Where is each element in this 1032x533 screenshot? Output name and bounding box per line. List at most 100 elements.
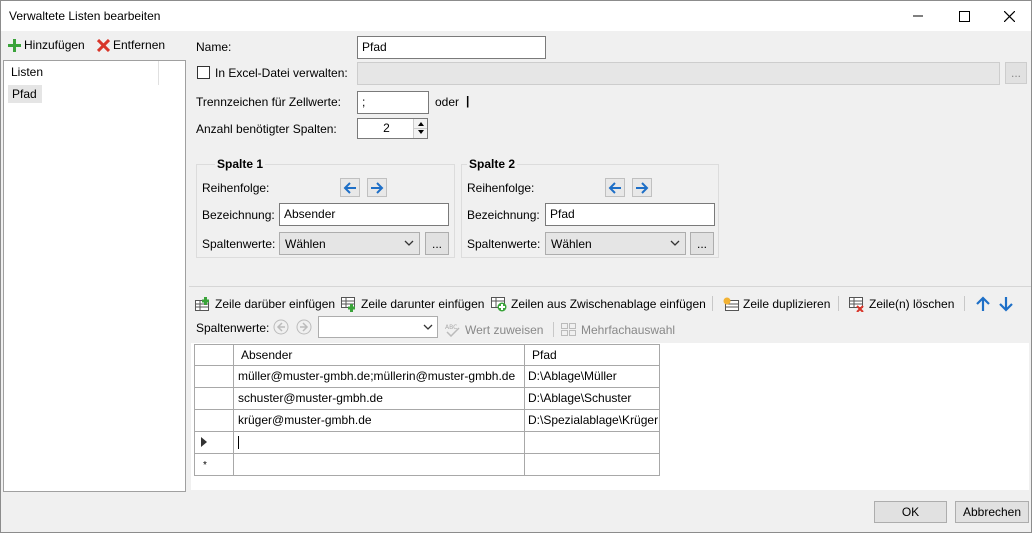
column-header-absender[interactable]: Absender (234, 344, 525, 366)
column1-values-select[interactable]: Wählen (279, 232, 420, 255)
columns-count-label: Anzahl benötigter Spalten: (196, 122, 337, 136)
minimize-button[interactable] (895, 1, 941, 31)
table-cell[interactable]: schuster@muster-gmbh.de (234, 388, 525, 410)
insert-above-button[interactable]: Zeile darüber einfügen (195, 295, 335, 313)
multi-select-button[interactable]: Mehrfachauswahl (561, 321, 675, 339)
or-label: oder (435, 95, 460, 109)
column2-more-button[interactable]: ... (690, 232, 714, 255)
list-toolbar: Hinzufügen Entfernen (2, 32, 187, 58)
excel-path-field[interactable] (357, 62, 1000, 85)
excel-checkbox[interactable] (197, 66, 210, 79)
arrow-right-icon (370, 181, 384, 194)
stepper-arrows[interactable] (413, 119, 427, 138)
row-header[interactable] (194, 366, 234, 388)
arrow-right-icon (635, 181, 649, 194)
lists-header: Listen (4, 61, 159, 85)
separator-field[interactable]: ; (357, 91, 429, 114)
move-row-up-button[interactable] (976, 295, 990, 313)
data-grid-area: Absender Pfad müller@muster-gmbh.de;müll… (191, 343, 1029, 490)
assign-value-button[interactable]: ABC Wert zuweisen (445, 321, 543, 339)
table-cell[interactable]: D:\Spezialablage\Krüger (525, 410, 660, 432)
separator-label: Trennzeichen für Zellwerte: (196, 95, 341, 109)
toolbar-separator (553, 322, 554, 337)
table-cell[interactable] (234, 454, 525, 476)
remove-x-icon (97, 38, 110, 52)
current-row-icon (201, 437, 227, 447)
editor-panel: Name: Pfad In Excel-Datei verwalten: ...… (189, 32, 1031, 492)
insert-below-button[interactable]: Zeile darunter einfügen (341, 295, 484, 313)
column2-move-left-button[interactable] (605, 178, 625, 197)
column2-name-field[interactable]: Pfad (545, 203, 715, 226)
name-field[interactable]: Pfad (357, 36, 546, 59)
list-item-pfad[interactable]: Pfad (8, 85, 42, 103)
table-cell[interactable]: D:\Ablage\Schuster (525, 388, 660, 410)
assign-value-label: Wert zuweisen (465, 323, 544, 337)
assign-check-icon: ABC (445, 323, 461, 337)
maximize-button[interactable] (941, 1, 987, 31)
next-value-button[interactable] (296, 319, 312, 335)
chevron-down-icon (422, 321, 434, 333)
circle-arrow-right-icon (296, 319, 312, 335)
close-button[interactable] (986, 1, 1032, 31)
add-label: Hinzufügen (24, 38, 85, 52)
insert-above-label: Zeile darüber einfügen (215, 297, 336, 311)
columns-count-value: 2 (383, 121, 390, 135)
duplicate-row-button[interactable]: Zeile duplizieren (723, 295, 830, 313)
arrow-down-icon (999, 296, 1013, 312)
table-cell[interactable]: D:\Ablage\Müller (525, 366, 660, 388)
paste-rows-button[interactable]: Zeilen aus Zwischenablage einfügen (491, 295, 706, 313)
column2-values-select[interactable]: Wählen (545, 232, 686, 255)
column1-order-label: Reihenfolge: (202, 181, 270, 195)
column1-title: Spalte 1 (215, 157, 266, 171)
column1-name-label: Bezeichnung: (202, 208, 275, 222)
columns-count-stepper[interactable]: 2 (357, 118, 428, 139)
paste-rows-icon (491, 296, 507, 312)
ok-button[interactable]: OK (874, 501, 947, 523)
remove-button[interactable]: Entfernen (97, 36, 165, 54)
row-header-current[interactable] (194, 432, 234, 454)
divider (189, 286, 1031, 287)
column1-name-field[interactable]: Absender (279, 203, 449, 226)
column1-move-left-button[interactable] (340, 178, 360, 197)
lists-listbox[interactable]: Listen Pfad (3, 60, 186, 492)
excel-browse-button[interactable]: ... (1005, 62, 1027, 84)
insert-below-label: Zeile darunter einfügen (361, 297, 485, 311)
arrow-up-icon (976, 296, 990, 312)
remove-label: Entfernen (113, 38, 166, 52)
toolbar-separator (712, 296, 713, 311)
column2-move-right-button[interactable] (632, 178, 652, 197)
delete-rows-button[interactable]: Zeile(n) löschen (849, 295, 954, 313)
window-title: Verwaltete Listen bearbeiten (9, 9, 161, 23)
insert-row-below-icon (341, 296, 357, 312)
delete-rows-icon (849, 296, 865, 312)
column1-move-right-button[interactable] (367, 178, 387, 197)
title-bar: Verwaltete Listen bearbeiten (1, 1, 1031, 31)
table-cell[interactable]: müller@muster-gmbh.de;müllerin@muster-gm… (234, 366, 525, 388)
table-cell-editing[interactable] (234, 432, 525, 454)
column2-values-label: Spaltenwerte: (467, 237, 541, 251)
table-cell[interactable]: krüger@muster-gmbh.de (234, 410, 525, 432)
column2-title: Spalte 2 (467, 157, 518, 171)
table-cell[interactable] (525, 454, 660, 476)
column1-more-button[interactable]: ... (425, 232, 449, 255)
grid-values-select[interactable] (318, 316, 438, 338)
prev-value-button[interactable] (273, 319, 289, 335)
table-cell[interactable] (525, 432, 660, 454)
multi-select-label: Mehrfachauswahl (581, 323, 676, 337)
row-header[interactable] (194, 410, 234, 432)
name-label: Name: (196, 40, 232, 54)
column-header-pfad[interactable]: Pfad (525, 344, 660, 366)
toolbar-separator (838, 296, 839, 311)
dialog-footer: OK Abbrechen (2, 492, 1032, 533)
add-button[interactable]: Hinzufügen (8, 36, 85, 54)
row-header[interactable] (194, 388, 234, 410)
row-header-new[interactable]: * (194, 454, 234, 476)
cancel-button[interactable]: Abbrechen (955, 501, 1029, 523)
column1-values-selected: Wählen (285, 237, 326, 251)
circle-arrow-left-icon (273, 319, 289, 335)
move-row-down-button[interactable] (999, 295, 1013, 313)
minimize-icon (913, 11, 923, 21)
duplicate-row-label: Zeile duplizieren (743, 297, 831, 311)
column1-values-label: Spaltenwerte: (202, 237, 276, 251)
arrow-left-icon (343, 181, 357, 194)
